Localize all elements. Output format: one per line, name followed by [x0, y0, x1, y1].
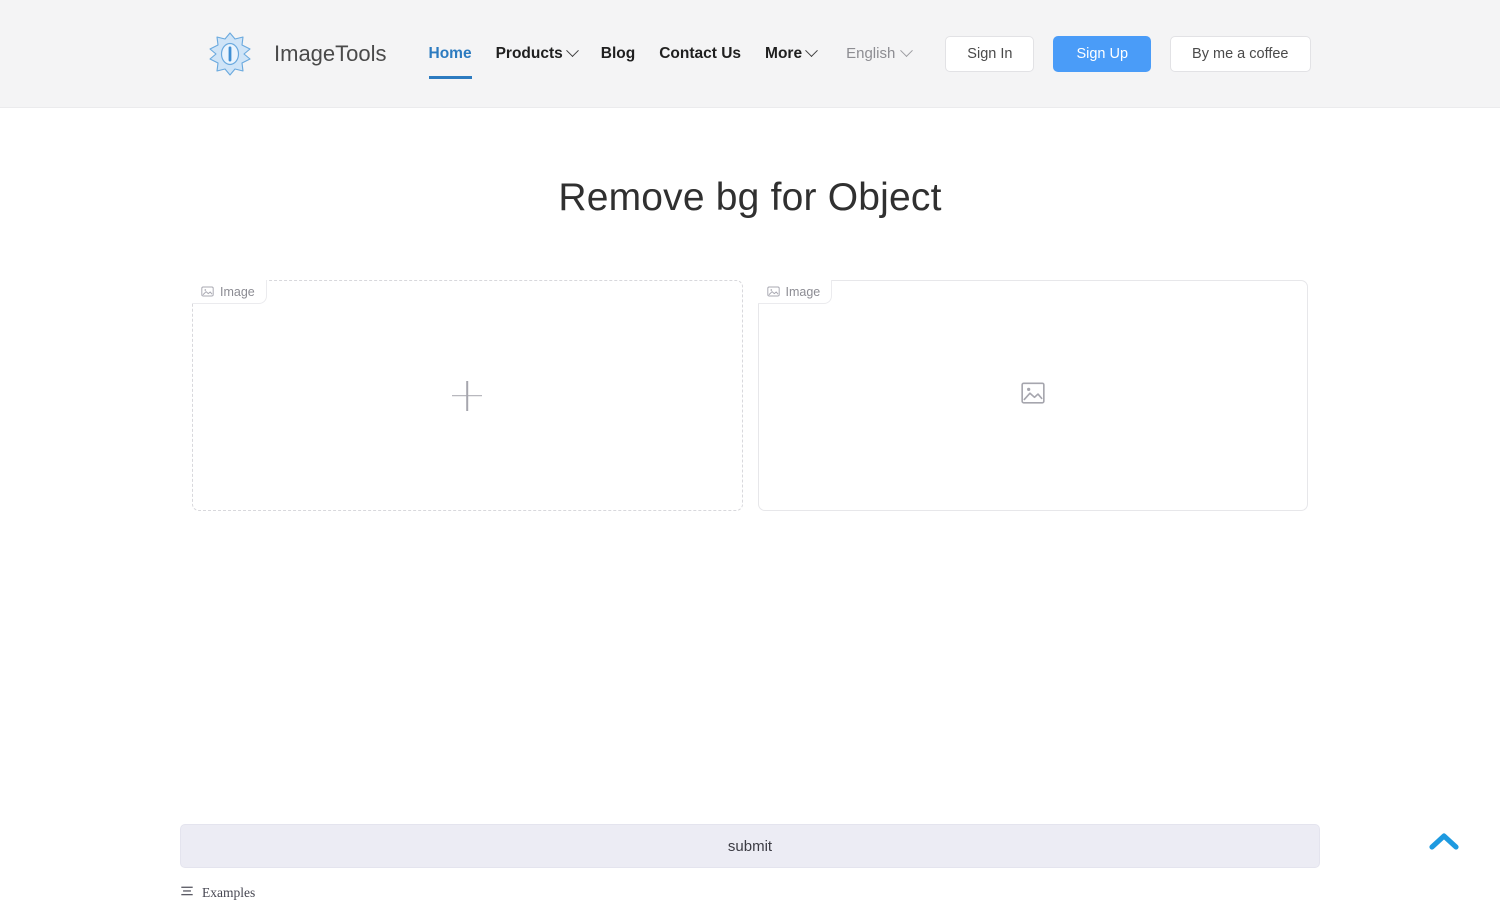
- image-placeholder-icon: [1020, 380, 1046, 411]
- header-actions: Sign In Sign Up By me a coffee: [945, 35, 1311, 72]
- chevron-down-icon: [900, 44, 914, 58]
- language-label: English: [846, 45, 896, 62]
- main-nav: Home Products Blog Contact Us More: [417, 33, 829, 79]
- nav-item-products[interactable]: Products: [484, 33, 589, 75]
- image-upload-dropzone[interactable]: Image: [192, 280, 743, 511]
- plus-icon[interactable]: [452, 381, 482, 411]
- nav-item-label: Contact Us: [659, 44, 742, 62]
- sign-up-button[interactable]: Sign Up: [1053, 35, 1152, 72]
- result-panel-chip-label: Image: [785, 284, 821, 299]
- brand-name[interactable]: ImageTools: [274, 41, 387, 67]
- nav-item-contact-us[interactable]: Contact Us: [647, 33, 753, 75]
- nav-item-blog[interactable]: Blog: [589, 33, 647, 75]
- nav-item-label: Home: [428, 44, 472, 62]
- image-icon: [766, 285, 780, 298]
- language-selector[interactable]: English: [846, 44, 914, 62]
- site-header: ImageTools Home Products Blog Contact Us…: [0, 0, 1500, 108]
- image-icon: [201, 285, 214, 298]
- nav-item-label: More: [765, 44, 803, 62]
- chevron-down-icon: [565, 44, 579, 58]
- image-result-panel[interactable]: Image: [757, 280, 1308, 511]
- sign-in-button[interactable]: Sign In: [945, 35, 1035, 72]
- list-icon: [180, 884, 194, 902]
- buy-me-a-coffee-button[interactable]: By me a coffee: [1170, 35, 1311, 72]
- scroll-to-top-button[interactable]: [1424, 826, 1464, 862]
- examples-label: Examples: [202, 885, 256, 900]
- nav-item-label: Products: [495, 44, 563, 62]
- page-title: Remove bg for Object: [558, 176, 942, 219]
- nav-item-more[interactable]: More: [753, 33, 828, 75]
- submit-button[interactable]: submit: [180, 824, 1320, 868]
- upload-panel-chip-label: Image: [220, 284, 255, 299]
- result-panel-chip: Image: [757, 280, 833, 304]
- upload-panel-chip: Image: [192, 280, 267, 304]
- image-panels: Image Image: [192, 280, 1308, 511]
- nav-item-home[interactable]: Home: [417, 33, 484, 79]
- nav-item-label: Blog: [600, 44, 636, 62]
- chevron-up-icon: [1429, 831, 1459, 858]
- nav-active-underline: [428, 75, 472, 79]
- examples-toggle[interactable]: Examples: [180, 884, 255, 902]
- chevron-down-icon: [805, 44, 818, 58]
- brand-logo-icon[interactable]: [208, 31, 252, 77]
